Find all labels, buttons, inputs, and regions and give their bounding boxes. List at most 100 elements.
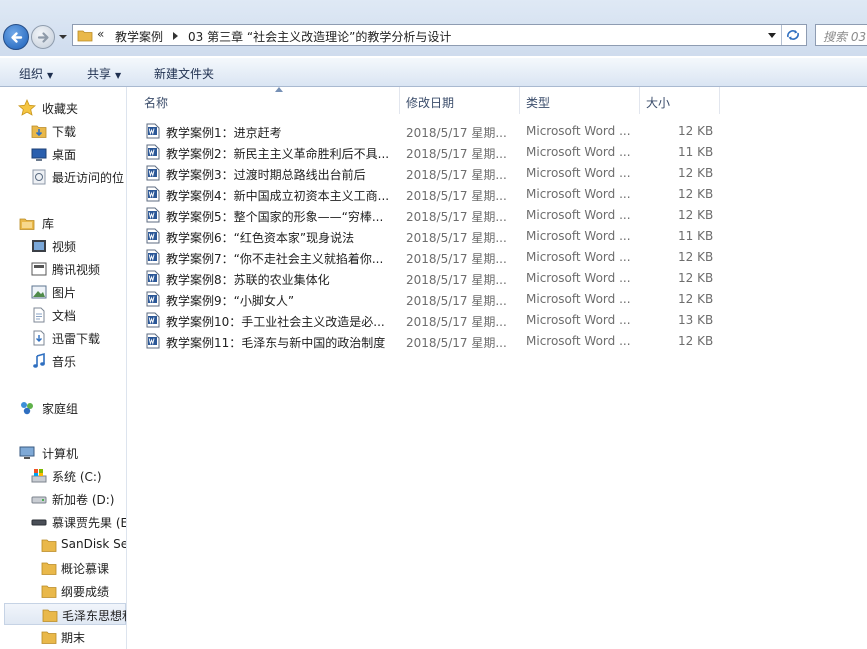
file-row[interactable]: 教学案例8：苏联的农业集体化 2018/5/17 星期... Microsoft W…: [142, 268, 742, 289]
breadcrumb-item[interactable]: 教学案例: [115, 28, 163, 45]
sidebar-item-label: 桌面: [52, 148, 77, 162]
file-row[interactable]: 教学案例6：“红色资本家”现身说法 2018/5/17 星期... Microsof…: [142, 226, 742, 247]
file-row[interactable]: 教学案例1：进京赶考 2018/5/17 星期... Microsoft Word …: [142, 121, 742, 142]
file-name: 教学案例6：“红色资本家”现身说法: [166, 231, 355, 245]
sidebar-item-label: 家庭组: [42, 402, 79, 416]
file-row[interactable]: 教学案例11：毛泽东与新中国的政治制度 2018/5/17 星期... Micros…: [142, 331, 742, 352]
chevron-down-icon: ▼: [115, 71, 122, 80]
sidebar-item-folder[interactable]: 期末: [40, 626, 126, 648]
file-type: Microsoft Word ...: [526, 166, 631, 180]
file-row[interactable]: 教学案例2：新民主主义革命胜利后不具... 2018/5/17 星期... Micr…: [142, 142, 742, 163]
word-document-icon: [146, 312, 160, 328]
word-document-icon: [146, 165, 160, 181]
file-row[interactable]: 教学案例3：过渡时期总路线出台前后 2018/5/17 星期... Microsof…: [142, 163, 742, 184]
file-size: 13 KB: [678, 313, 714, 327]
sidebar-item-music[interactable]: 音乐: [30, 350, 126, 372]
sidebar-item-label: 迅雷下载: [52, 332, 101, 346]
share-button[interactable]: 共享 ▼: [87, 65, 121, 82]
file-size: 12 KB: [678, 208, 714, 222]
sidebar-item-thunder-downloads[interactable]: 迅雷下载: [30, 327, 126, 349]
sidebar-item-pictures[interactable]: 图片: [30, 281, 126, 303]
sidebar-item-drive-d[interactable]: 新加卷 (D:): [30, 488, 126, 510]
star-icon: [18, 99, 36, 116]
search-input[interactable]: 搜索 03: [815, 24, 867, 46]
word-document-icon: [146, 249, 160, 265]
file-type: Microsoft Word ...: [526, 208, 631, 222]
sidebar-item-label: 腾讯视频: [52, 263, 101, 277]
column-header-date[interactable]: 修改日期: [400, 87, 520, 114]
refresh-button[interactable]: [781, 25, 806, 45]
sidebar-item-recent-places[interactable]: 最近访问的位: [30, 166, 126, 188]
file-type: Microsoft Word ...: [526, 229, 631, 243]
file-date: 2018/5/17 星期...: [406, 252, 507, 266]
column-header-type[interactable]: 类型: [520, 87, 640, 114]
file-row[interactable]: 教学案例10：手工业社会主义改造是必... 2018/5/17 星期... Micr…: [142, 310, 742, 331]
column-header-size[interactable]: 大小: [640, 87, 720, 114]
sidebar-item-label: 新加卷 (D:): [52, 493, 115, 507]
sidebar-item-label: 库: [42, 217, 55, 231]
file-type: Microsoft Word ...: [526, 292, 631, 306]
history-dropdown-icon[interactable]: [58, 32, 68, 42]
file-size: 12 KB: [678, 166, 714, 180]
sidebar-item-documents[interactable]: 文档: [30, 304, 126, 326]
file-row[interactable]: 教学案例7：“你不走社会主义就掐着你... 2018/5/17 星期... Micr…: [142, 247, 742, 268]
file-row[interactable]: 教学案例9：“小脚女人” 2018/5/17 星期... Microsoft Wor…: [142, 289, 742, 310]
address-overflow-chevron[interactable]: «: [97, 27, 104, 41]
sidebar-item-tencent-video[interactable]: 腾讯视频: [30, 258, 126, 280]
file-name: 教学案例2：新民主主义革命胜利后不具...: [166, 147, 390, 161]
sidebar-item-label: 毛泽东思想和: [62, 609, 127, 623]
word-document-icon: [146, 270, 160, 286]
sidebar-item-libraries[interactable]: 库: [18, 212, 126, 234]
word-document-icon: [146, 186, 160, 202]
file-type: Microsoft Word ...: [526, 124, 631, 138]
downloads-folder-icon: [31, 125, 47, 138]
file-type: Microsoft Word ...: [526, 271, 631, 285]
sidebar-item-videos[interactable]: 视频: [30, 235, 126, 257]
file-name: 教学案例10：手工业社会主义改造是必...: [166, 315, 385, 329]
video-library-icon: [32, 240, 46, 252]
organize-button[interactable]: 组织 ▼: [19, 65, 53, 82]
sidebar-item-label: 视频: [52, 240, 77, 254]
file-row[interactable]: 教学案例4：新中国成立初资本主义工商... 2018/5/17 星期... Micr…: [142, 184, 742, 205]
file-name: 教学案例5：整个国家的形象——“穷棒...: [166, 210, 384, 224]
organize-label: 组织: [19, 67, 44, 81]
share-label: 共享: [87, 67, 112, 81]
sidebar-item-label: 文档: [52, 309, 77, 323]
sidebar-item-computer[interactable]: 计算机: [18, 442, 126, 464]
file-type: Microsoft Word ...: [526, 334, 631, 348]
breadcrumb-item[interactable]: 03 第三章 “社会主义改造理论”的教学分析与设计: [188, 28, 451, 45]
sidebar-item-folder-selected[interactable]: 毛泽东思想和: [4, 603, 126, 625]
sidebar-item-drive-e[interactable]: 慕课贾先果 (E: [30, 511, 126, 533]
folder-icon: [42, 609, 58, 622]
sidebar-item-folder[interactable]: SanDisk Se: [40, 534, 126, 556]
new-folder-button[interactable]: 新建文件夹: [154, 65, 214, 82]
homegroup-icon: [21, 402, 33, 415]
sidebar-item-folder[interactable]: 概论慕课: [40, 557, 126, 579]
folder-icon: [41, 562, 57, 575]
sidebar-item-label: 纲要成绩: [61, 585, 110, 599]
sidebar-item-label: 下载: [52, 125, 77, 139]
file-row[interactable]: 教学案例5：整个国家的形象——“穷棒... 2018/5/17 星期... Micr…: [142, 205, 742, 226]
back-arrow-icon: [11, 32, 23, 43]
address-dropdown-icon[interactable]: [768, 33, 776, 39]
back-button[interactable]: [3, 24, 29, 50]
file-size: 12 KB: [678, 250, 714, 264]
sidebar-item-favorites[interactable]: 收藏夹: [18, 97, 126, 119]
file-name: 教学案例4：新中国成立初资本主义工商...: [166, 189, 390, 203]
sidebar-item-desktop[interactable]: 桌面: [30, 143, 126, 165]
file-name: 教学案例9：“小脚女人”: [166, 294, 295, 308]
column-header-name[interactable]: 名称: [138, 87, 400, 114]
sidebar-item-folder[interactable]: 纲要成绩: [40, 580, 126, 602]
recent-places-icon: [32, 169, 46, 185]
sidebar-item-drive-c[interactable]: 系统 (C:): [30, 465, 126, 487]
file-size: 11 KB: [678, 229, 714, 243]
word-document-icon: [146, 333, 160, 349]
breadcrumb-separator-icon[interactable]: [173, 32, 179, 40]
address-bar[interactable]: « 教学案例 03 第三章 “社会主义改造理论”的教学分析与设计: [72, 24, 807, 46]
file-size: 12 KB: [678, 124, 714, 138]
sidebar-item-homegroup[interactable]: 家庭组: [18, 397, 126, 419]
file-type: Microsoft Word ...: [526, 187, 631, 201]
forward-button[interactable]: [31, 25, 55, 49]
file-name: 教学案例3：过渡时期总路线出台前后: [166, 168, 366, 182]
sidebar-item-downloads[interactable]: 下载: [30, 120, 126, 142]
